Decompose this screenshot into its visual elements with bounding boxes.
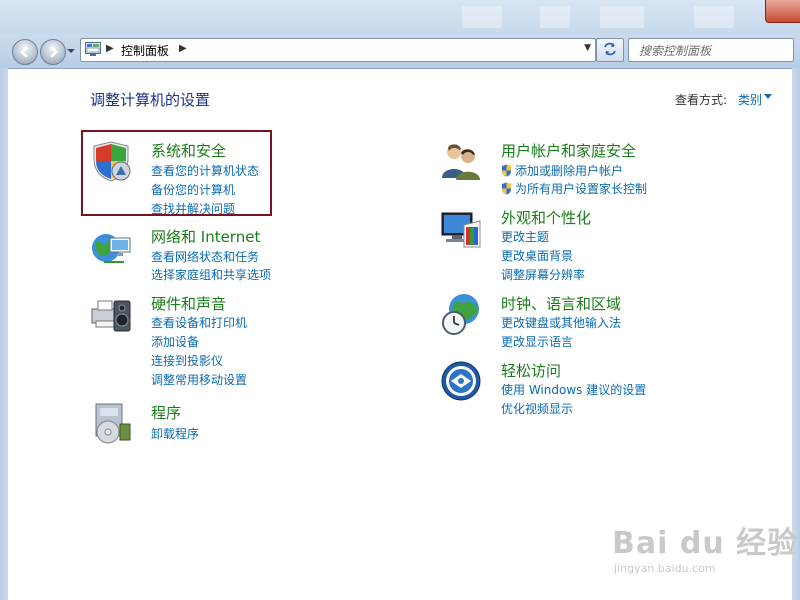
link-windows-recommended-settings[interactable]: 使用 Windows 建议的设置 <box>501 381 646 398</box>
clock-globe-icon <box>442 294 479 335</box>
control-panel-icon <box>85 42 101 56</box>
arrow-left-icon <box>20 46 28 58</box>
link-uninstall-program[interactable]: 卸载程序 <box>151 425 199 442</box>
link-change-theme[interactable]: 更改主题 <box>501 228 549 245</box>
category-title[interactable]: 程序 <box>151 402 181 423</box>
window-titlebar <box>0 0 800 34</box>
titlebar-decoration <box>694 6 734 28</box>
programs-disc-icon <box>95 403 131 444</box>
link-optimize-video-display[interactable]: 优化视频显示 <box>501 400 573 417</box>
category-title[interactable]: 用户帐户和家庭安全 <box>501 140 636 161</box>
category-title[interactable]: 轻松访问 <box>501 360 561 381</box>
page-title: 调整计算机的设置 <box>90 91 211 109</box>
link-text[interactable]: 添加或删除用户帐户 <box>515 164 623 178</box>
link-parental-controls[interactable]: 为所有用户设置家长控制 <box>501 180 647 197</box>
search-box[interactable]: 搜索控制面板 <box>628 38 794 62</box>
link-homegroup-sharing[interactable]: 选择家庭组和共享选项 <box>151 266 271 283</box>
titlebar-decoration <box>540 6 570 28</box>
category-title[interactable]: 外观和个性化 <box>501 207 591 228</box>
link-add-device[interactable]: 添加设备 <box>151 333 199 350</box>
search-placeholder: 搜索控制面板 <box>639 44 712 58</box>
link-network-status[interactable]: 查看网络状态和任务 <box>151 248 259 265</box>
recent-pages-dropdown-icon[interactable] <box>67 47 75 55</box>
window-frame-left <box>0 68 8 600</box>
link-change-desktop-background[interactable]: 更改桌面背景 <box>501 247 573 264</box>
link-connect-projector[interactable]: 连接到投影仪 <box>151 352 223 369</box>
titlebar-decoration <box>462 6 502 28</box>
chevron-down-icon[interactable] <box>764 94 772 99</box>
category-title[interactable]: 网络和 Internet <box>151 226 260 247</box>
network-globe-icon <box>92 234 131 263</box>
link-text[interactable]: 为所有用户设置家长控制 <box>515 182 647 196</box>
refresh-icon <box>604 42 616 56</box>
link-change-display-language[interactable]: 更改显示语言 <box>501 333 573 350</box>
address-bar[interactable]: ▶ 控制面板 ▶ ▼ <box>80 38 596 62</box>
category-title[interactable]: 时钟、语言和区域 <box>501 293 621 314</box>
ease-of-access-icon <box>441 361 481 401</box>
view-by-label: 查看方式: <box>675 93 728 107</box>
uac-shield-icon <box>502 164 511 177</box>
address-dropdown-icon[interactable]: ▼ <box>584 43 591 53</box>
window-close-button[interactable] <box>765 0 800 23</box>
link-change-input-methods[interactable]: 更改键盘或其他输入法 <box>501 314 621 331</box>
refresh-button[interactable] <box>596 38 624 62</box>
baidu-jingyan-watermark: Bai du 经验 jingyan.baidu.com <box>612 518 799 575</box>
view-by-dropdown[interactable]: 类别 <box>738 91 762 108</box>
watermark-brand: Bai du 经验 <box>612 526 799 561</box>
link-adjust-resolution[interactable]: 调整屏幕分辨率 <box>501 266 585 283</box>
printer-speaker-icon <box>91 300 131 332</box>
watermark-url: jingyan.baidu.com <box>614 562 716 575</box>
titlebar-decoration <box>600 6 644 28</box>
back-button[interactable] <box>12 39 38 65</box>
breadcrumb-control-panel[interactable]: 控制面板 <box>121 42 169 59</box>
category-title[interactable]: 硬件和声音 <box>151 293 226 314</box>
breadcrumb-separator[interactable]: ▶ <box>106 43 114 54</box>
monitor-palette-icon <box>441 212 481 248</box>
link-add-remove-accounts[interactable]: 添加或删除用户帐户 <box>501 162 623 179</box>
forward-button[interactable] <box>40 39 66 65</box>
users-icon <box>442 144 480 180</box>
uac-shield-icon <box>502 182 511 195</box>
breadcrumb-separator[interactable]: ▶ <box>179 43 187 54</box>
link-devices-printers[interactable]: 查看设备和打印机 <box>151 314 247 331</box>
highlight-box <box>81 130 272 216</box>
link-mobility-settings[interactable]: 调整常用移动设置 <box>151 371 247 388</box>
arrow-right-icon <box>50 46 58 58</box>
